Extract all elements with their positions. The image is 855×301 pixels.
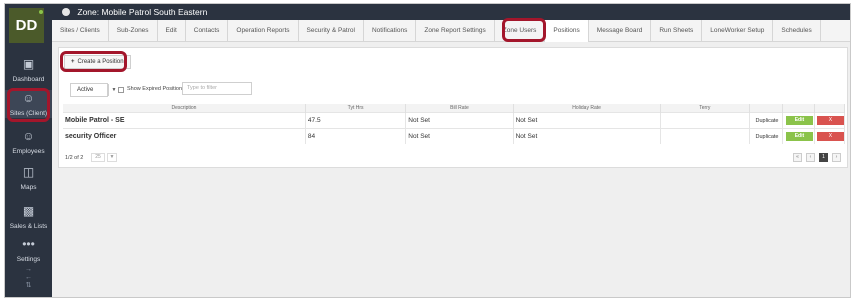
chart-icon: ▩	[22, 204, 35, 218]
cell-edit: Edit	[782, 111, 815, 128]
pager-info: 1/2 of 2	[65, 155, 84, 161]
tab-positions[interactable]: Positions	[545, 20, 589, 42]
tab-sub-zones[interactable]: Sub-Zones	[109, 20, 158, 42]
tab-sites-clients[interactable]: Sites / Clients	[52, 20, 109, 42]
edit-button[interactable]: Edit	[785, 115, 813, 125]
current-page-button[interactable]: 1	[819, 153, 828, 162]
cell-terry	[660, 111, 751, 128]
prev-page-button[interactable]: ‹	[806, 153, 815, 162]
column-header-description[interactable]: Description	[63, 104, 306, 112]
column-header-hrs[interactable]: Tyt Hrs	[305, 104, 407, 112]
table-header-row: Description Tyt Hrs Bill Rate Holiday Ra…	[63, 104, 846, 112]
sidebar-item-sales-lists[interactable]: ▩ Sales & Lists	[5, 203, 52, 231]
cell-hrs: 47.5	[305, 111, 407, 128]
tab-message-board[interactable]: Message Board	[589, 20, 652, 42]
show-expired-checkbox[interactable]	[118, 87, 124, 93]
column-header-bill-rate[interactable]: Bill Rate	[405, 104, 514, 112]
cell-description: security Officer	[63, 127, 306, 144]
sidebar-item-settings[interactable]: ••• Settings	[5, 236, 52, 264]
online-status-dot	[39, 10, 43, 14]
column-header-blank	[782, 104, 815, 112]
highlight-create-position	[60, 51, 127, 72]
sidebar-item-label: Maps	[20, 184, 37, 191]
page-size-select[interactable]: 25	[91, 153, 105, 162]
tab-bar: Sites / Clients Sub-Zones Edit Contacts …	[52, 20, 850, 42]
cell-description: Mobile Patrol - SE	[63, 111, 306, 128]
cell-duplicate: Duplicate	[749, 111, 783, 128]
app-window: DD ▣ Dashboard ☺ Sites (Client) ☺ Employ…	[4, 3, 851, 298]
chevron-down-icon[interactable]: ▼	[107, 153, 117, 162]
sidebar-item-label: Employees	[12, 148, 45, 155]
page-title: Zone: Mobile Patrol South Eastern	[77, 7, 208, 17]
status-select[interactable]: Active ▼	[70, 83, 116, 97]
cell-bill-rate: Not Set	[405, 111, 514, 128]
column-header-blank	[749, 104, 783, 112]
tab-edit[interactable]: Edit	[158, 20, 186, 42]
tab-notifications[interactable]: Notifications	[364, 20, 417, 42]
map-icon: ◫	[22, 165, 35, 179]
tab-contacts[interactable]: Contacts	[186, 20, 229, 42]
table-row: security Officer 84 Not Set Not Set Dupl…	[63, 127, 846, 144]
status-select-value: Active	[77, 87, 94, 93]
positions-panel: + Create a Position Active ▼ Show Expired…	[58, 47, 848, 168]
sidebar: DD ▣ Dashboard ☺ Sites (Client) ☺ Employ…	[5, 4, 52, 297]
delete-button[interactable]: X	[816, 131, 844, 141]
next-page-button[interactable]: ›	[832, 153, 841, 162]
cell-hrs: 84	[305, 127, 407, 144]
globe-icon	[62, 8, 70, 16]
column-header-blank	[814, 104, 846, 112]
duplicate-button[interactable]: Duplicate	[756, 134, 779, 140]
monitor-icon: ▣	[22, 57, 35, 71]
collapse-arrows-icon[interactable]: → ← ⇅	[5, 266, 52, 290]
sidebar-item-label: Dashboard	[12, 76, 45, 83]
duplicate-button[interactable]: Duplicate	[756, 118, 779, 124]
tab-security-patrol[interactable]: Security & Patrol	[299, 20, 364, 42]
cell-bill-rate: Not Set	[405, 127, 514, 144]
table-row: Mobile Patrol - SE 47.5 Not Set Not Set …	[63, 111, 846, 128]
edit-button[interactable]: Edit	[785, 131, 813, 141]
first-page-button[interactable]: «	[793, 153, 802, 162]
column-header-holiday-rate[interactable]: Holiday Rate	[513, 104, 661, 112]
highlight-positions-tab	[502, 18, 546, 42]
cell-holiday-rate: Not Set	[513, 127, 661, 144]
cell-edit: Edit	[782, 127, 815, 144]
sidebar-item-dashboard[interactable]: ▣ Dashboard	[5, 56, 52, 84]
tab-run-sheets[interactable]: Run Sheets	[651, 20, 703, 42]
cell-delete: X	[814, 127, 846, 144]
tab-zone-report-settings[interactable]: Zone Report Settings	[416, 20, 495, 42]
tab-operation-reports[interactable]: Operation Reports	[228, 20, 299, 42]
people-icon: ☺	[22, 129, 35, 143]
sidebar-item-label: Sales & Lists	[9, 223, 48, 230]
show-expired-label: Show Expired Positions	[127, 86, 185, 92]
cell-delete: X	[814, 111, 846, 128]
tab-schedules[interactable]: Schedules	[773, 20, 821, 42]
column-header-terry[interactable]: Terry	[660, 104, 751, 112]
highlight-sites-client	[7, 88, 50, 122]
delete-button[interactable]: X	[816, 115, 844, 125]
cell-duplicate: Duplicate	[749, 127, 783, 144]
cell-holiday-rate: Not Set	[513, 111, 661, 128]
filter-input[interactable]: Type to filter	[182, 82, 252, 95]
cell-terry	[660, 127, 751, 144]
positions-table: Description Tyt Hrs Bill Rate Holiday Ra…	[63, 104, 846, 144]
sidebar-item-employees[interactable]: ☺ Employees	[5, 128, 52, 156]
top-bar: Zone: Mobile Patrol South Eastern	[52, 4, 850, 20]
sidebar-item-maps[interactable]: ◫ Maps	[5, 164, 52, 192]
sidebar-item-label: Settings	[16, 256, 41, 263]
tab-loneworker-setup[interactable]: LoneWorker Setup	[702, 20, 774, 42]
dots-icon: •••	[22, 237, 35, 251]
